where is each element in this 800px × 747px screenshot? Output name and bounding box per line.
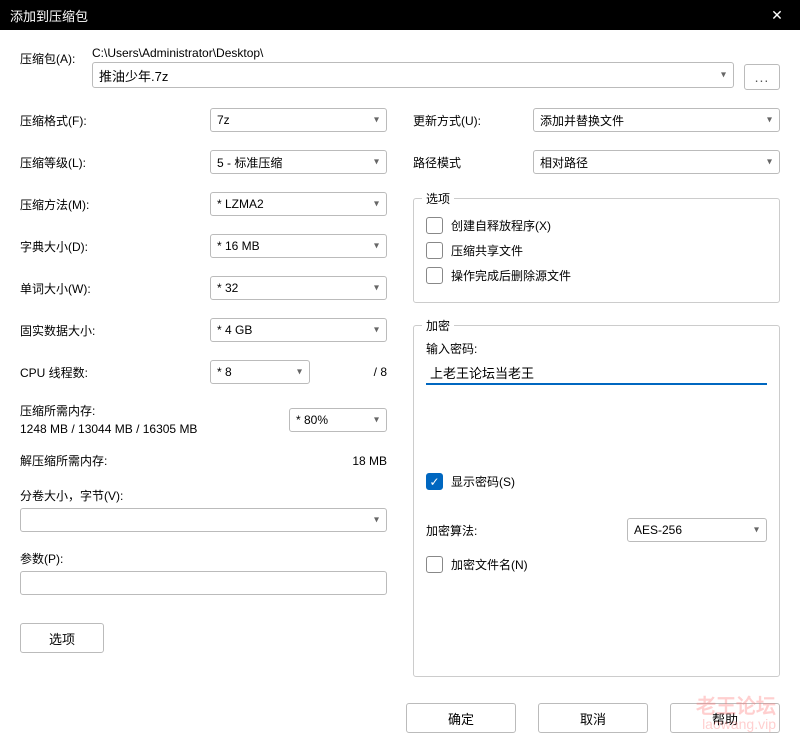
dialog-window: 添加到压缩包 ✕ 压缩包(A): C:\Users\Administrator\…: [0, 0, 800, 747]
content-area: 压缩包(A): C:\Users\Administrator\Desktop\ …: [0, 30, 800, 747]
chevron-down-icon: ▾: [374, 157, 379, 168]
sfx-checkbox[interactable]: [426, 217, 443, 234]
dict-combo[interactable]: * 16 MB▾: [210, 234, 387, 258]
right-column: 更新方式(U): 添加并替换文件▾ 路径模式 相对路径▾ 选项: [413, 108, 780, 693]
solid-combo[interactable]: * 4 GB▾: [210, 318, 387, 342]
enc-algo-row: 加密算法: AES-256▾: [426, 518, 767, 542]
show-password-checkbox[interactable]: ✓: [426, 473, 443, 490]
mem-decompress-value: 18 MB: [352, 454, 387, 468]
delete-checkbox[interactable]: [426, 267, 443, 284]
update-label: 更新方式(U):: [413, 112, 533, 129]
level-row: 压缩等级(L): 5 - 标准压缩▾: [20, 150, 387, 174]
chevron-down-icon: ▾: [767, 157, 772, 168]
threads-row: CPU 线程数: * 8▾ / 8: [20, 360, 387, 384]
word-label: 单词大小(W):: [20, 280, 210, 297]
chevron-down-icon: ▾: [374, 241, 379, 252]
chevron-down-icon: ▾: [374, 325, 379, 336]
encrypt-names-checkbox[interactable]: [426, 556, 443, 573]
shared-checkbox[interactable]: [426, 242, 443, 259]
mem-compress-row: 压缩所需内存: 1248 MB / 13044 MB / 16305 MB * …: [20, 402, 387, 438]
enc-algo-label: 加密算法:: [426, 522, 617, 539]
level-label: 压缩等级(L):: [20, 154, 210, 171]
enc-algo-combo[interactable]: AES-256▾: [627, 518, 767, 542]
close-button[interactable]: ✕: [754, 0, 800, 30]
volume-combo[interactable]: ▾: [20, 508, 387, 532]
check-icon: ✓: [429, 475, 439, 489]
pathmode-combo[interactable]: 相对路径▾: [533, 150, 780, 174]
solid-label: 固实数据大小:: [20, 322, 210, 339]
archive-filename-combo[interactable]: 推油少年.7z ▾: [92, 62, 734, 88]
method-label: 压缩方法(M):: [20, 196, 210, 213]
format-label: 压缩格式(F):: [20, 112, 210, 129]
word-combo[interactable]: * 32▾: [210, 276, 387, 300]
cancel-button[interactable]: 取消: [538, 703, 648, 733]
format-row: 压缩格式(F): 7z▾: [20, 108, 387, 132]
window-title: 添加到压缩包: [10, 6, 754, 25]
footer: 老王论坛 laowang.vip 确定 取消 帮助: [20, 693, 780, 733]
left-column: 压缩格式(F): 7z▾ 压缩等级(L): 5 - 标准压缩▾ 压缩方法(M):…: [20, 108, 387, 693]
chevron-down-icon: ▾: [374, 415, 379, 426]
threads-max: / 8: [318, 365, 387, 379]
browse-button[interactable]: ...: [744, 64, 780, 90]
titlebar: 添加到压缩包 ✕: [0, 0, 800, 30]
mem-compress-label: 压缩所需内存: 1248 MB / 13044 MB / 16305 MB: [20, 402, 289, 438]
format-combo[interactable]: 7z▾: [210, 108, 387, 132]
pathmode-row: 路径模式 相对路径▾: [413, 150, 780, 174]
solid-row: 固实数据大小: * 4 GB▾: [20, 318, 387, 342]
archive-label: 压缩包(A):: [20, 46, 92, 67]
update-combo[interactable]: 添加并替换文件▾: [533, 108, 780, 132]
chevron-down-icon: ▾: [374, 283, 379, 294]
archive-path-column: C:\Users\Administrator\Desktop\ 推油少年.7z …: [92, 46, 734, 88]
options-legend: 选项: [422, 190, 454, 207]
ellipsis-icon: ...: [755, 69, 770, 85]
ok-button[interactable]: 确定: [406, 703, 516, 733]
chevron-down-icon: ▾: [767, 115, 772, 126]
mem-decompress-row: 解压缩所需内存: 18 MB: [20, 452, 387, 469]
help-button[interactable]: 帮助: [670, 703, 780, 733]
shared-check-label: 压缩共享文件: [451, 242, 523, 259]
archive-filename-value: 推油少年.7z: [99, 66, 168, 85]
word-row: 单词大小(W): * 32▾: [20, 276, 387, 300]
chevron-down-icon: ▾: [721, 70, 726, 81]
mem-decompress-label: 解压缩所需内存:: [20, 452, 107, 469]
params-label: 参数(P):: [20, 550, 387, 567]
archive-row: 压缩包(A): C:\Users\Administrator\Desktop\ …: [20, 46, 780, 90]
level-combo[interactable]: 5 - 标准压缩▾: [210, 150, 387, 174]
sfx-check-label: 创建自释放程序(X): [451, 217, 551, 234]
threads-label: CPU 线程数:: [20, 364, 210, 381]
columns: 压缩格式(F): 7z▾ 压缩等级(L): 5 - 标准压缩▾ 压缩方法(M):…: [20, 108, 780, 693]
encryption-fieldset: 加密 输入密码: ✓ 显示密码(S) 加密算法: AES-256▾: [413, 325, 780, 677]
encrypt-names-label: 加密文件名(N): [451, 556, 528, 573]
update-row: 更新方式(U): 添加并替换文件▾: [413, 108, 780, 132]
shared-check-row[interactable]: 压缩共享文件: [426, 242, 767, 259]
delete-check-label: 操作完成后删除源文件: [451, 267, 571, 284]
mem-compress-combo[interactable]: * 80%▾: [289, 408, 387, 432]
volume-label: 分卷大小，字节(V):: [20, 487, 387, 504]
show-password-label: 显示密码(S): [451, 473, 515, 490]
method-row: 压缩方法(M): * LZMA2▾: [20, 192, 387, 216]
archive-path-text: C:\Users\Administrator\Desktop\: [92, 46, 734, 60]
method-combo[interactable]: * LZMA2▾: [210, 192, 387, 216]
pathmode-label: 路径模式: [413, 154, 533, 171]
delete-check-row[interactable]: 操作完成后删除源文件: [426, 267, 767, 284]
chevron-down-icon: ▾: [374, 115, 379, 126]
dict-row: 字典大小(D): * 16 MB▾: [20, 234, 387, 258]
options-fieldset: 选项 创建自释放程序(X) 压缩共享文件 操作完成后删除源文件: [413, 198, 780, 303]
encrypt-names-row[interactable]: 加密文件名(N): [426, 556, 767, 573]
threads-combo[interactable]: * 8▾: [210, 360, 310, 384]
show-password-row[interactable]: ✓ 显示密码(S): [426, 473, 767, 490]
params-input[interactable]: [20, 571, 387, 595]
password-label: 输入密码:: [426, 340, 767, 357]
encryption-legend: 加密: [422, 317, 454, 334]
chevron-down-icon: ▾: [374, 515, 379, 526]
chevron-down-icon: ▾: [754, 525, 759, 536]
chevron-down-icon: ▾: [374, 199, 379, 210]
close-icon: ✕: [771, 7, 783, 24]
options-button[interactable]: 选项: [20, 623, 104, 653]
sfx-check-row[interactable]: 创建自释放程序(X): [426, 217, 767, 234]
dict-label: 字典大小(D):: [20, 238, 210, 255]
chevron-down-icon: ▾: [297, 367, 302, 378]
password-input[interactable]: [426, 361, 767, 385]
